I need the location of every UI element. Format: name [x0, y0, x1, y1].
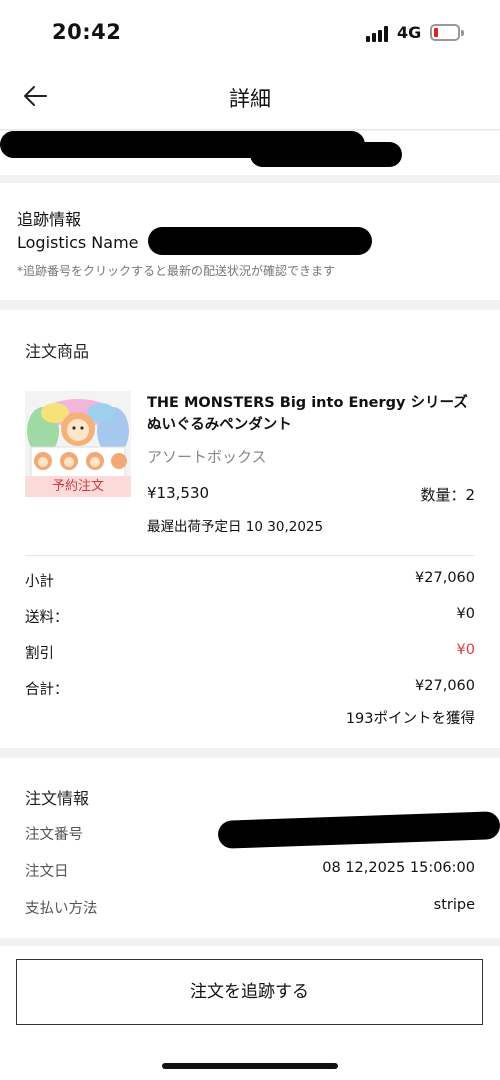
order-items-section: 注文商品 予約注文 THE MONSTERS Big into Energy シ…	[0, 310, 500, 748]
navigation-bar: 詳細	[0, 66, 500, 130]
product-price: ¥13,530	[147, 484, 210, 502]
tracking-note: *追跡番号をクリックすると最新の配送状況が確認できます	[17, 264, 336, 278]
subtotal-value: ¥27,060	[415, 570, 475, 586]
shipping-fee-label: 送料：	[25, 610, 69, 626]
shipping-date: 最遅出荷予定日 10 30,2025	[147, 519, 324, 535]
product-variant: アソートボックス	[147, 448, 267, 466]
payment-method-label: 支払い方法	[25, 901, 98, 917]
discount-value: ¥0	[456, 642, 475, 658]
status-bar: 20:42 4G	[0, 0, 500, 66]
network-type: 4G	[397, 23, 422, 42]
home-indicator[interactable]	[162, 1063, 338, 1069]
tracking-section: 追跡情報 Logistics Name *追跡番号をクリックすると最新の配送状況…	[0, 183, 500, 300]
product-image[interactable]: 予約注文	[25, 391, 131, 497]
redacted-area	[0, 131, 500, 175]
order-number-label: 注文番号	[25, 827, 83, 843]
redaction-mark	[148, 227, 372, 255]
points-earned: 193ポイントを獲得	[345, 711, 475, 727]
logistics-name-label[interactable]: Logistics Name	[17, 233, 139, 252]
order-items-title: 注文商品	[25, 342, 90, 361]
payment-method-value: stripe	[433, 897, 475, 913]
redaction-mark	[250, 142, 402, 167]
page-title: 詳細	[229, 87, 271, 111]
order-date-label: 注文日	[25, 864, 69, 880]
subtotal-label: 小計	[25, 574, 54, 590]
discount-label: 割引	[25, 646, 54, 662]
order-date-value: 08 12,2025 15:06:00	[322, 860, 475, 876]
status-time: 20:42	[52, 20, 122, 44]
total-label: 合計：	[25, 682, 69, 698]
product-name[interactable]: THE MONSTERS Big into Energy シリーズ ぬいぐるみペ…	[147, 392, 477, 436]
signal-strength-icon	[366, 26, 392, 42]
track-order-button[interactable]: 注文を追跡する	[16, 959, 483, 1025]
preorder-badge: 予約注文	[25, 476, 131, 497]
order-info-title: 注文情報	[25, 789, 90, 808]
divider	[25, 555, 475, 556]
battery-icon	[430, 24, 464, 41]
tracking-title: 追跡情報	[17, 210, 82, 229]
order-info-section: 注文情報 注文番号 注文日 08 12,2025 15:06:00 支払い方法 …	[0, 758, 500, 938]
product-quantity: 数量：2	[420, 486, 475, 504]
total-value: ¥27,060	[415, 678, 475, 694]
shipping-fee-value: ¥0	[456, 606, 475, 622]
redaction-mark	[217, 811, 500, 849]
